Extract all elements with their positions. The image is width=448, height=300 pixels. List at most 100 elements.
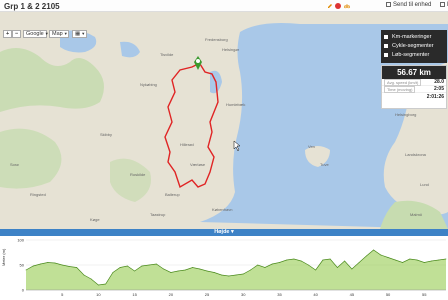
stat-label: Time (moving) <box>384 85 416 93</box>
map-label: Værløse <box>190 162 206 167</box>
map-label: Ven <box>308 144 315 149</box>
elevation-point <box>387 257 389 258</box>
elevation-point <box>279 262 280 263</box>
elevation-point <box>98 284 99 286</box>
elevation-point <box>271 263 273 265</box>
map-label: Malmö <box>410 212 423 217</box>
elevation-point <box>155 263 157 265</box>
map-label: Taastrup <box>150 212 166 217</box>
elevation-point <box>431 260 432 262</box>
elevation-point <box>105 283 107 285</box>
chevron-down-icon: ▼ <box>81 31 86 36</box>
top-bar: Grp 1 & 2 2105 Send til enhed Do <box>0 0 448 12</box>
stat-label: Avg. speed (km/t) <box>384 78 422 86</box>
elevation-point <box>213 272 215 273</box>
checkbox[interactable] <box>384 52 388 57</box>
elevation-plot: 100 50 0 5 10 15 20 25 30 35 40 45 50 55 <box>17 238 447 297</box>
elevation-point <box>257 264 259 266</box>
layers-select[interactable]: ▦▼ <box>72 30 87 38</box>
checkbox[interactable] <box>384 34 388 39</box>
map-label: Humlebæk <box>226 102 246 107</box>
distance-value: 56.67 km <box>382 66 446 79</box>
zoom-out-button[interactable]: − <box>12 30 21 38</box>
x-tick-label: 30 <box>241 292 246 297</box>
x-tick-label: 15 <box>132 292 137 297</box>
elevation-point <box>286 259 288 261</box>
elevation-point <box>228 275 230 277</box>
map-label: Helsingør <box>222 47 240 52</box>
map-label: Nykøbing <box>140 82 157 87</box>
elevation-point <box>192 267 193 268</box>
map-type-select[interactable]: Map▼ <box>49 30 69 38</box>
elevation-point <box>61 264 63 266</box>
map-label: Tisvilde <box>160 52 174 57</box>
layers-icon: ▦ <box>75 31 81 37</box>
page-title: Grp 1 & 2 2105 <box>4 2 60 11</box>
map-label: Ringsted <box>30 192 46 197</box>
map-label: Skibby <box>100 132 113 137</box>
stats-panel: 56.67 km Avg. speed (km/t) 28.0 Time (mo… <box>381 65 447 109</box>
map-label: Ballerup <box>165 192 180 197</box>
elevation-point <box>322 259 324 261</box>
x-tick-label: 10 <box>96 292 101 297</box>
elevation-point <box>329 258 331 260</box>
zoom-in-button[interactable]: + <box>3 30 12 38</box>
legend-item-km[interactable]: Km-markeringer <box>384 32 444 41</box>
provider-select[interactable]: Google▼ <box>23 30 49 38</box>
legend-label: Cykle-segmenter <box>392 42 434 49</box>
legend-item-bike[interactable]: Cykle-segmenter <box>384 41 444 50</box>
device-icon <box>386 2 391 7</box>
elevation-point <box>40 263 41 265</box>
elevation-point <box>315 269 317 271</box>
map-label: Lund <box>420 182 429 187</box>
elevation-point <box>119 267 121 268</box>
x-tick-label: 55 <box>422 292 427 297</box>
elevation-point <box>163 268 164 270</box>
elevation-point <box>250 269 251 271</box>
elevation-point <box>402 262 403 263</box>
legend-item-run[interactable]: Løb-segmenter <box>384 50 444 59</box>
elevation-point <box>337 267 338 268</box>
elevation-point <box>242 273 244 275</box>
elevation-point <box>394 259 396 261</box>
elevation-point <box>112 272 114 273</box>
chevron-down-icon: ▼ <box>63 31 68 36</box>
elevation-point <box>351 268 353 270</box>
delete-icon[interactable] <box>335 3 341 9</box>
download-button[interactable]: Do <box>440 2 448 8</box>
map-label: Sorø <box>10 162 19 167</box>
checkbox[interactable] <box>384 43 388 48</box>
send-to-device-button[interactable]: Send til enhed <box>386 2 431 8</box>
elevation-point <box>199 268 201 270</box>
elevation-point <box>170 272 172 273</box>
bike-icon[interactable] <box>344 3 350 9</box>
elevation-point <box>83 274 85 276</box>
elevation-point <box>221 274 222 276</box>
x-tick-label: 40 <box>313 292 318 297</box>
elevation-point <box>373 249 374 251</box>
elevation-chart: Meter (m) 100 50 0 5 10 15 20 25 30 35 40 45 50 55 <box>0 236 448 300</box>
elevation-point <box>365 255 367 257</box>
y-tick-label: 0 <box>22 288 25 293</box>
provider-select-value: Google <box>26 31 44 37</box>
stat-row: Time (moving) 2:05 <box>382 85 446 93</box>
y-tick-label: 50 <box>20 263 25 268</box>
stat-value: 28.0 <box>434 79 444 85</box>
elevation-point <box>423 262 425 263</box>
elevation-point <box>409 258 411 260</box>
elevation-toggle[interactable]: Højde ▾ <box>0 229 448 236</box>
elevation-point <box>264 267 266 268</box>
pencil-icon[interactable] <box>327 3 333 9</box>
x-tick-label: 45 <box>350 292 355 297</box>
elevation-point <box>141 265 143 267</box>
elevation-point <box>76 267 78 268</box>
elevation-point <box>177 270 179 272</box>
legend-label: Løb-segmenter <box>392 51 430 58</box>
elevation-point <box>184 269 186 271</box>
x-tick-label: 20 <box>169 292 174 297</box>
map-view[interactable]: Nykøbing Tisvilde Helsingør Humlebæk Fre… <box>0 12 448 229</box>
y-tick-label: 100 <box>17 238 24 243</box>
elevation-point <box>416 259 418 261</box>
x-tick-label: 25 <box>205 292 210 297</box>
elevation-point <box>47 262 49 263</box>
